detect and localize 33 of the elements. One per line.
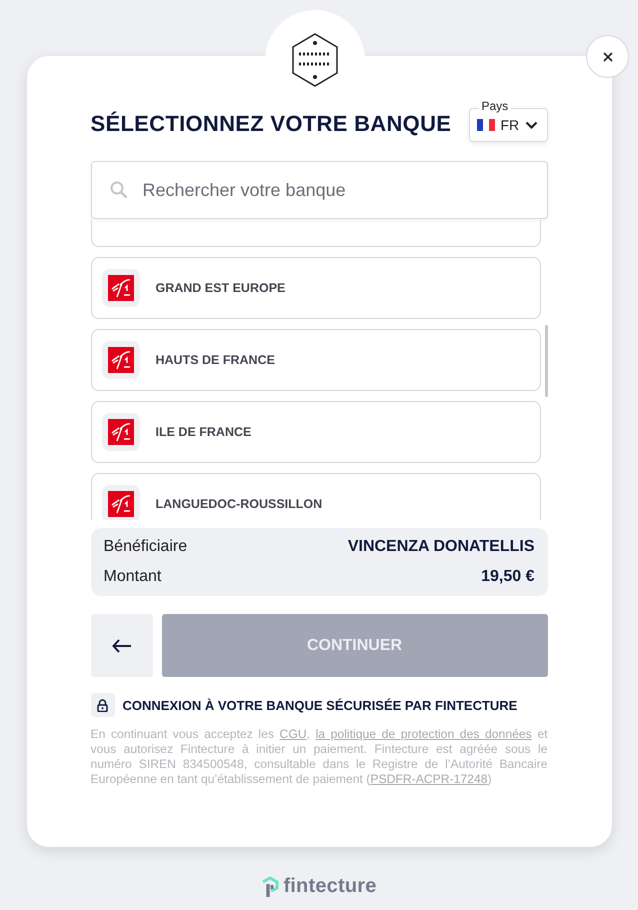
secure-note: CONNEXION À VOTRE BANQUE SÉCURISÉE PAR FINTECTURE bbox=[122, 698, 518, 712]
bank-card[interactable]: ILE DE FRANCE bbox=[90, 401, 540, 463]
bank-logo-icon bbox=[108, 347, 134, 373]
summary-label: Bénéficiaire bbox=[104, 538, 188, 556]
arrow-left-icon bbox=[112, 638, 132, 652]
bank-logo-icon bbox=[108, 419, 134, 445]
merchant-logo bbox=[290, 32, 340, 88]
brand-name: fintecture bbox=[283, 875, 377, 898]
bank-name: ILE DE FRANCE bbox=[156, 425, 252, 439]
page-title: SÉLECTIONNEZ VOTRE BANQUE bbox=[90, 111, 452, 137]
bank-logo-icon bbox=[108, 275, 134, 301]
bank-name: GRAND EST EUROPE bbox=[156, 281, 286, 295]
lock-icon bbox=[97, 698, 108, 712]
legal-text: En continuant vous acceptez les CGU, la politique de protection des données et vous autorisez Fintecture à initier un paiement. Fintecture est agréée sous le numéro SIREN 834500548, consultable dans le Registre de l’Autorité Bancaire Européenne en tant qu’établissement de paiement (PSDFR-ACPR-17248) bbox=[90, 727, 548, 787]
country-value: FR bbox=[500, 117, 520, 133]
bank-name: LANGUEDOC-ROUSSILLON bbox=[156, 497, 322, 511]
search-icon bbox=[110, 181, 128, 199]
close-button[interactable] bbox=[586, 35, 629, 78]
close-icon bbox=[602, 52, 612, 62]
bank-logo-icon bbox=[108, 491, 134, 517]
back-button[interactable] bbox=[90, 614, 152, 677]
bank-name: HAUTS DE FRANCE bbox=[156, 353, 275, 367]
summary-value: 19,50 € bbox=[481, 568, 534, 586]
flag-icon bbox=[476, 119, 494, 131]
search-field[interactable]: Rechercher votre banque bbox=[90, 161, 548, 219]
country-label: Pays bbox=[478, 99, 512, 113]
summary-label: Montant bbox=[104, 568, 162, 586]
fintecture-logo-icon bbox=[261, 876, 280, 898]
bank-card[interactable]: GRAND EST EUROPE bbox=[90, 257, 540, 319]
chevron-down-icon bbox=[525, 120, 538, 130]
summary-value: VINCENZA DONATELLIS bbox=[348, 538, 534, 556]
bank-card[interactable]: LANGUEDOC-ROUSSILLON bbox=[90, 473, 540, 520]
bank-card[interactable]: HAUTS DE FRANCE bbox=[90, 329, 540, 391]
